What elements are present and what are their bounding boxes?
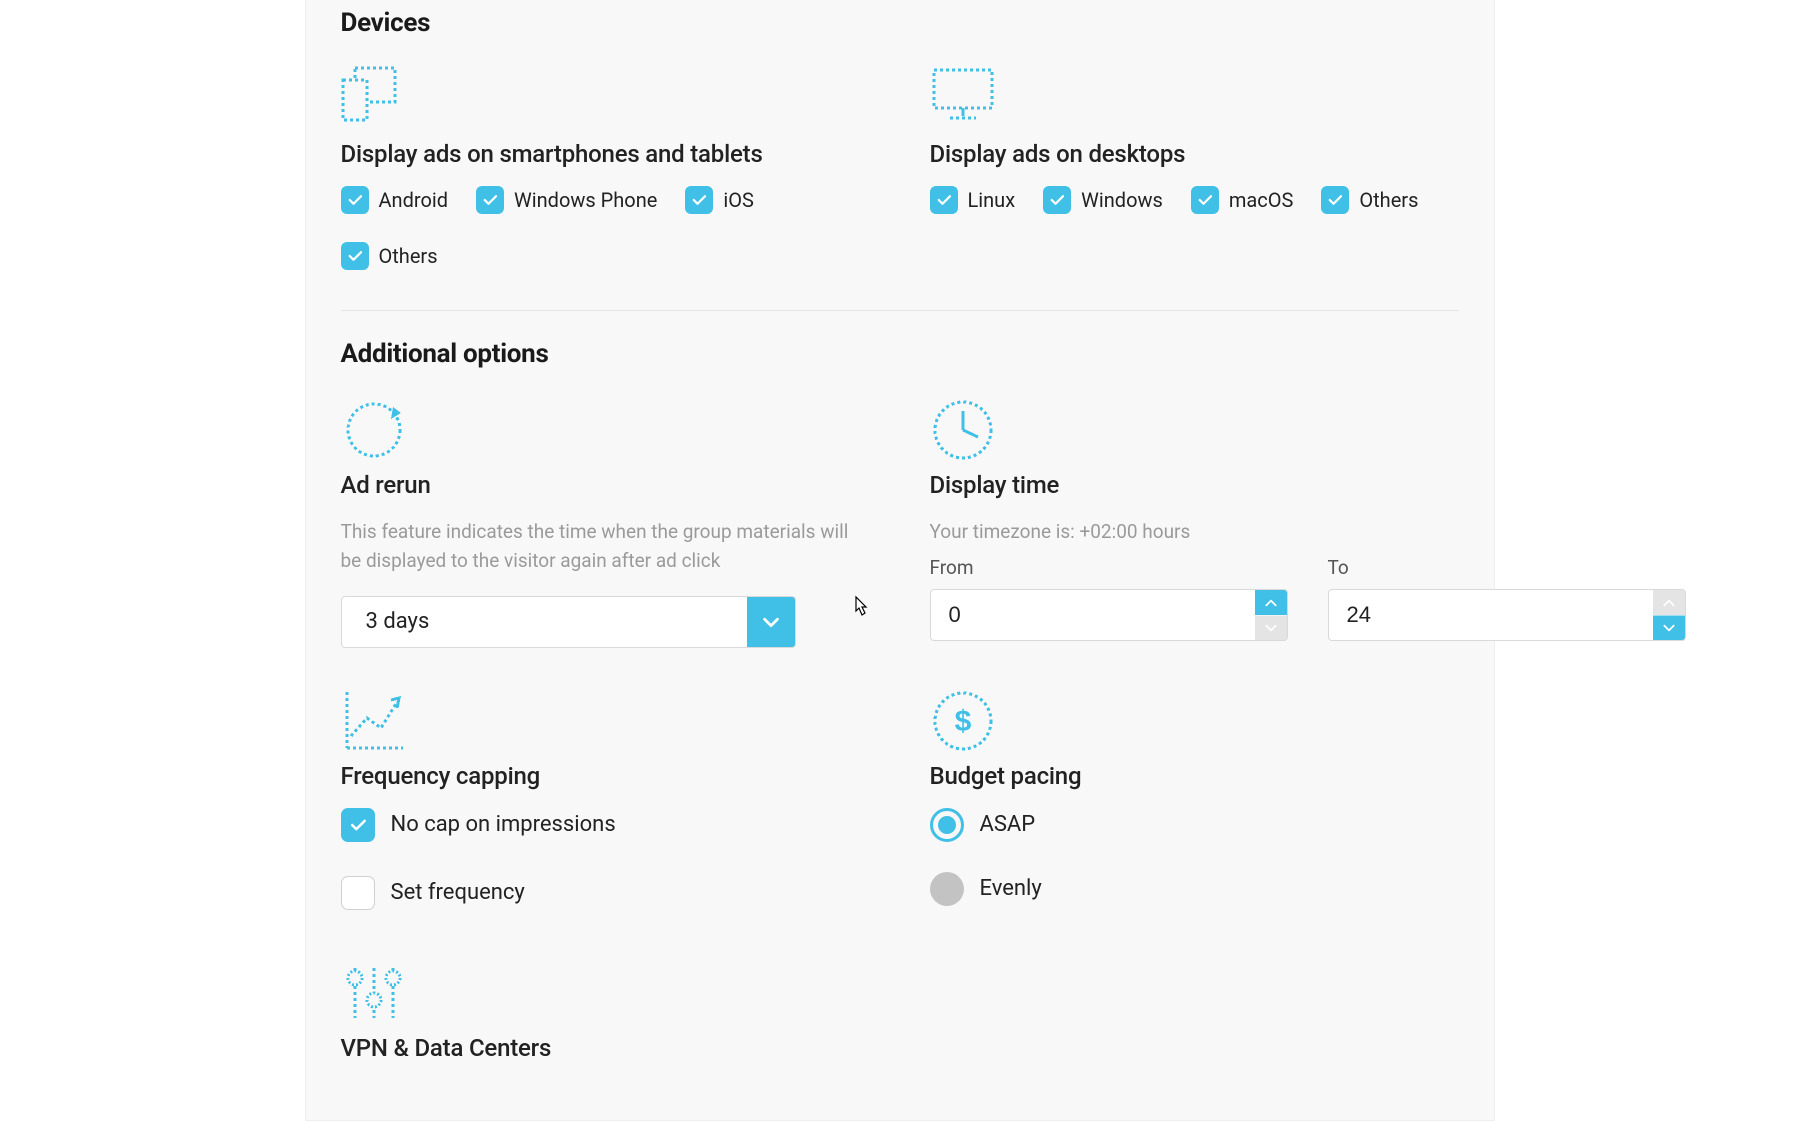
checkbox-icon [1321,186,1349,214]
checkbox-android[interactable]: Android [341,186,449,214]
divider [341,310,1459,311]
checkbox-label: Set frequency [391,880,525,905]
checkbox-icon [476,186,504,214]
additional-row-2: Frequency capping No cap on impressions … [341,688,1459,910]
checkbox-label: Others [379,244,438,268]
frequency-capping-heading: Frequency capping [341,762,870,790]
checkbox-icon [685,186,713,214]
radio-label: Evenly [980,876,1042,901]
line-chart-icon [341,688,407,744]
checkbox-icon [930,186,958,214]
radio-evenly[interactable]: Evenly [930,872,1459,906]
from-label: From [930,556,1288,579]
radio-label: ASAP [980,812,1036,837]
checkbox-icon [1191,186,1219,214]
checkbox-icon [1043,186,1071,214]
settings-panel: Devices Display ads on smartphones and t… [305,0,1495,1121]
checkbox-label: macOS [1229,188,1294,212]
chevron-down-icon[interactable] [747,597,795,647]
sliders-icon [341,960,407,1016]
checkbox-label: Linux [968,188,1016,212]
checkbox-ios[interactable]: iOS [685,186,754,214]
additional-row-1: Ad rerun This feature indicates the time… [341,397,1459,648]
display-time-heading: Display time [930,471,1459,499]
checkbox-label: Others [1359,188,1418,212]
radio-icon [930,808,964,842]
display-time-from: From [930,556,1288,641]
checkbox-label: Windows Phone [514,188,657,212]
radio-asap[interactable]: ASAP [930,808,1459,842]
to-spinner[interactable] [1328,589,1686,641]
to-label: To [1328,556,1686,579]
checkbox-icon [341,242,369,270]
svg-text:$: $ [954,705,971,738]
frequency-capping-block: Frequency capping No cap on impressions … [341,688,870,910]
checkbox-desktop-others[interactable]: Others [1321,186,1418,214]
checkbox-icon [341,876,375,910]
display-time-helper: Your timezone is: +02:00 hours [930,517,1450,546]
checkbox-linux[interactable]: Linux [930,186,1016,214]
devices-mobile-block: Display ads on smartphones and tablets A… [341,66,870,270]
checkbox-label: Windows [1081,188,1163,212]
checkbox-set-frequency[interactable]: Set frequency [341,876,870,910]
budget-pacing-block: $ Budget pacing ASAP Evenly [930,688,1459,910]
ad-rerun-helper: This feature indicates the time when the… [341,517,861,576]
devices-title: Devices [341,8,1459,38]
devices-desktop-options: Linux Windows macOS Others [930,186,1459,214]
additional-title: Additional options [341,339,1459,369]
vpn-block: VPN & Data Centers [341,960,1459,1062]
from-input[interactable] [931,590,1255,640]
to-input[interactable] [1329,590,1653,640]
budget-pacing-heading: Budget pacing [930,762,1459,790]
radio-icon [930,872,964,906]
checkbox-label: Android [379,188,449,212]
ad-rerun-block: Ad rerun This feature indicates the time… [341,397,870,648]
from-spinner[interactable] [930,589,1288,641]
checkbox-windows[interactable]: Windows [1043,186,1163,214]
ad-rerun-value: 3 days [342,597,747,647]
checkbox-no-cap[interactable]: No cap on impressions [341,808,870,842]
devices-desktop-heading: Display ads on desktops [930,140,1459,168]
chevron-up-icon[interactable] [1653,590,1685,615]
devices-desktop-block: Display ads on desktops Linux Windows ma… [930,66,1459,270]
checkbox-windows-phone[interactable]: Windows Phone [476,186,657,214]
chevron-down-icon[interactable] [1653,615,1685,641]
frequency-options: No cap on impressions Set frequency [341,808,870,910]
checkbox-icon [341,186,369,214]
display-time-block: Display time Your timezone is: +02:00 ho… [930,397,1459,648]
from-spinner-buttons [1255,590,1287,640]
checkbox-label: iOS [723,188,754,212]
display-time-to: To [1328,556,1686,641]
display-time-fields: From To [930,556,1459,641]
to-spinner-buttons [1653,590,1685,640]
budget-pacing-options: ASAP Evenly [930,808,1459,906]
checkbox-mobile-others[interactable]: Others [341,242,438,270]
checkbox-icon [341,808,375,842]
ad-rerun-select[interactable]: 3 days [341,596,796,648]
dollar-circle-icon: $ [930,688,996,744]
chevron-up-icon[interactable] [1255,590,1287,615]
mobile-devices-icon [341,66,407,122]
ad-rerun-heading: Ad rerun [341,471,870,499]
chevron-down-icon[interactable] [1255,615,1287,641]
desktop-monitor-icon [930,66,996,122]
devices-mobile-options: Android Windows Phone iOS Others [341,186,870,270]
vpn-heading: VPN & Data Centers [341,1034,1459,1062]
devices-mobile-heading: Display ads on smartphones and tablets [341,140,870,168]
refresh-icon [341,397,407,453]
devices-columns: Display ads on smartphones and tablets A… [341,66,1459,270]
checkbox-macos[interactable]: macOS [1191,186,1294,214]
checkbox-label: No cap on impressions [391,812,616,837]
clock-icon [930,397,996,453]
